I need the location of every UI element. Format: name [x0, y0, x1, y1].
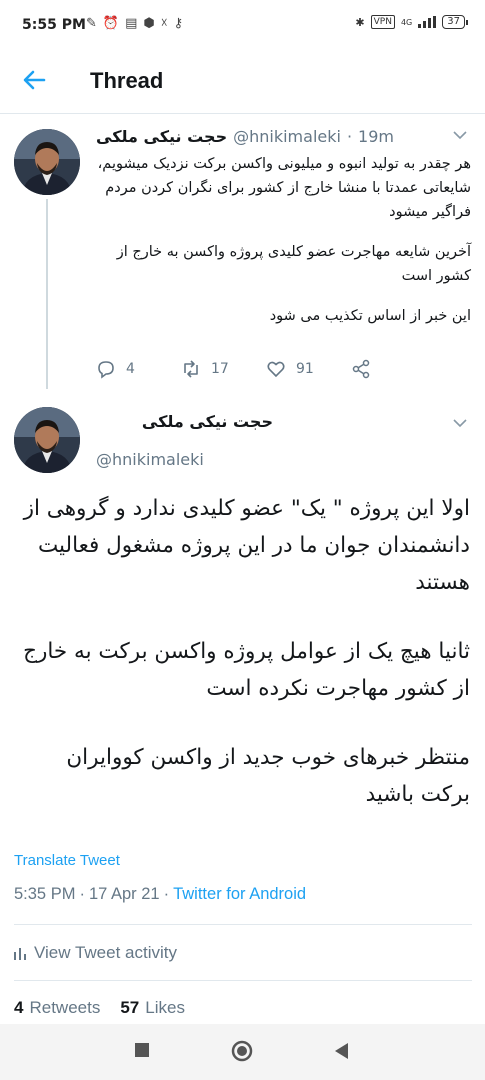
- divider: [14, 924, 472, 925]
- tweet-text: هر چقدر به تولید انبوه و میلیونی واکسن ب…: [96, 152, 471, 344]
- separator-dot: ·: [163, 885, 170, 903]
- tweet-source-link[interactable]: Twitter for Android: [173, 885, 306, 904]
- retweet-count[interactable]: 4: [14, 998, 23, 1018]
- translate-tweet-link[interactable]: Translate Tweet: [14, 852, 120, 869]
- network-type: 4G: [400, 17, 413, 27]
- view-tweet-activity[interactable]: View Tweet activity: [14, 943, 177, 963]
- news-icon: ▤: [125, 16, 138, 31]
- chevron-down-icon[interactable]: [453, 129, 467, 144]
- reply-count: 4: [126, 361, 135, 377]
- key-icon: ⚷: [173, 16, 184, 31]
- share-icon: [352, 359, 370, 379]
- alarm-icon: ⏰: [102, 16, 120, 31]
- tweet-paragraph: هر چقدر به تولید انبوه و میلیونی واکسن ب…: [97, 156, 471, 220]
- likes-label[interactable]: Likes: [145, 998, 185, 1018]
- avatar[interactable]: [14, 129, 80, 195]
- separator-dot: ·: [346, 127, 353, 146]
- app-header: Thread: [0, 48, 485, 114]
- mute-icon: ✎: [86, 16, 97, 31]
- signal-icon: [418, 16, 437, 28]
- reply-button[interactable]: 4: [96, 359, 181, 379]
- user-handle[interactable]: @hnikimaleki: [233, 127, 341, 146]
- avatar[interactable]: [14, 407, 80, 473]
- back-arrow-icon[interactable]: [20, 66, 48, 94]
- battery-level: 37: [442, 15, 468, 29]
- home-icon[interactable]: [231, 1040, 253, 1062]
- thread-connector: [46, 199, 48, 389]
- display-name[interactable]: حجت نیکی ملکی: [142, 412, 273, 431]
- retweets-label[interactable]: Retweets: [29, 998, 100, 1018]
- activity-label: View Tweet activity: [34, 943, 177, 962]
- tweet-stats: 4 Retweets 57 Likes: [14, 998, 185, 1018]
- separator-dot: ·: [79, 885, 85, 903]
- status-bar: 5:55 PM ✎ ⏰ ▤ ⬢ ☓ ⚷ ✱ VPN 4G 37: [0, 0, 485, 48]
- tweet-actions: 4 17 91: [96, 359, 436, 379]
- like-count: 91: [296, 361, 314, 377]
- retweet-button[interactable]: 17: [181, 359, 266, 379]
- like-count[interactable]: 57: [120, 998, 139, 1018]
- app-icon: ⬢: [143, 16, 155, 31]
- notification-icons: ✎ ⏰ ▤ ⬢ ☓ ⚷: [86, 16, 183, 31]
- retweet-icon: [184, 360, 198, 378]
- recents-icon[interactable]: [134, 1042, 150, 1058]
- page-title: Thread: [90, 68, 164, 93]
- share-button[interactable]: [351, 359, 436, 379]
- chevron-down-icon[interactable]: [453, 417, 467, 432]
- bluetooth-icon: ✱: [355, 15, 365, 29]
- activity-icon: ☓: [160, 16, 168, 31]
- tweet-paragraph: آخرین شایعه مهاجرت عضو کلیدی پروژه واکسن…: [116, 244, 471, 284]
- tweet-paragraph: اولا این پروژه " یک" عضو کلیدی ندارد و گ…: [23, 496, 470, 595]
- analytics-icon: [14, 948, 26, 960]
- parent-tweet[interactable]: حجت نیکی ملکی @hnikimaleki · 19m هر چقدر…: [0, 115, 485, 392]
- tweet-time: 5:35 PM: [14, 885, 76, 903]
- status-time: 5:55 PM: [22, 17, 86, 33]
- user-handle[interactable]: @hnikimaleki: [96, 450, 204, 469]
- system-status: ✱ VPN 4G 37: [355, 15, 468, 29]
- heart-icon: [267, 361, 285, 378]
- display-name[interactable]: حجت نیکی ملکی: [96, 127, 227, 146]
- tweet-metadata: 5:35 PM · 17 Apr 21 · Twitter for Androi…: [14, 885, 306, 904]
- reply-icon: [98, 361, 114, 379]
- vpn-badge: VPN: [370, 15, 395, 29]
- tweet-time: 19m: [358, 127, 394, 146]
- back-icon[interactable]: [333, 1042, 349, 1060]
- tweet-date: 17 Apr 21: [88, 885, 160, 903]
- tweet-header: حجت نیکی ملکی @hnikimaleki · 19m: [96, 127, 396, 146]
- divider: [14, 980, 472, 981]
- tweet-paragraph: ثانیا هیچ یک از عوامل پروژه واکسن برکت ب…: [23, 639, 470, 701]
- retweet-count: 17: [211, 361, 229, 377]
- tweet-text: اولا این پروژه " یک" عضو کلیدی ندارد و گ…: [14, 490, 470, 845]
- system-nav-bar: [0, 1024, 485, 1080]
- tweet-paragraph: منتظر خبرهای خوب جدید از واکسن کووایران …: [66, 745, 470, 807]
- like-button[interactable]: 91: [266, 359, 351, 379]
- tweet-paragraph: این خبر از اساس تکذیب می شود: [269, 308, 471, 324]
